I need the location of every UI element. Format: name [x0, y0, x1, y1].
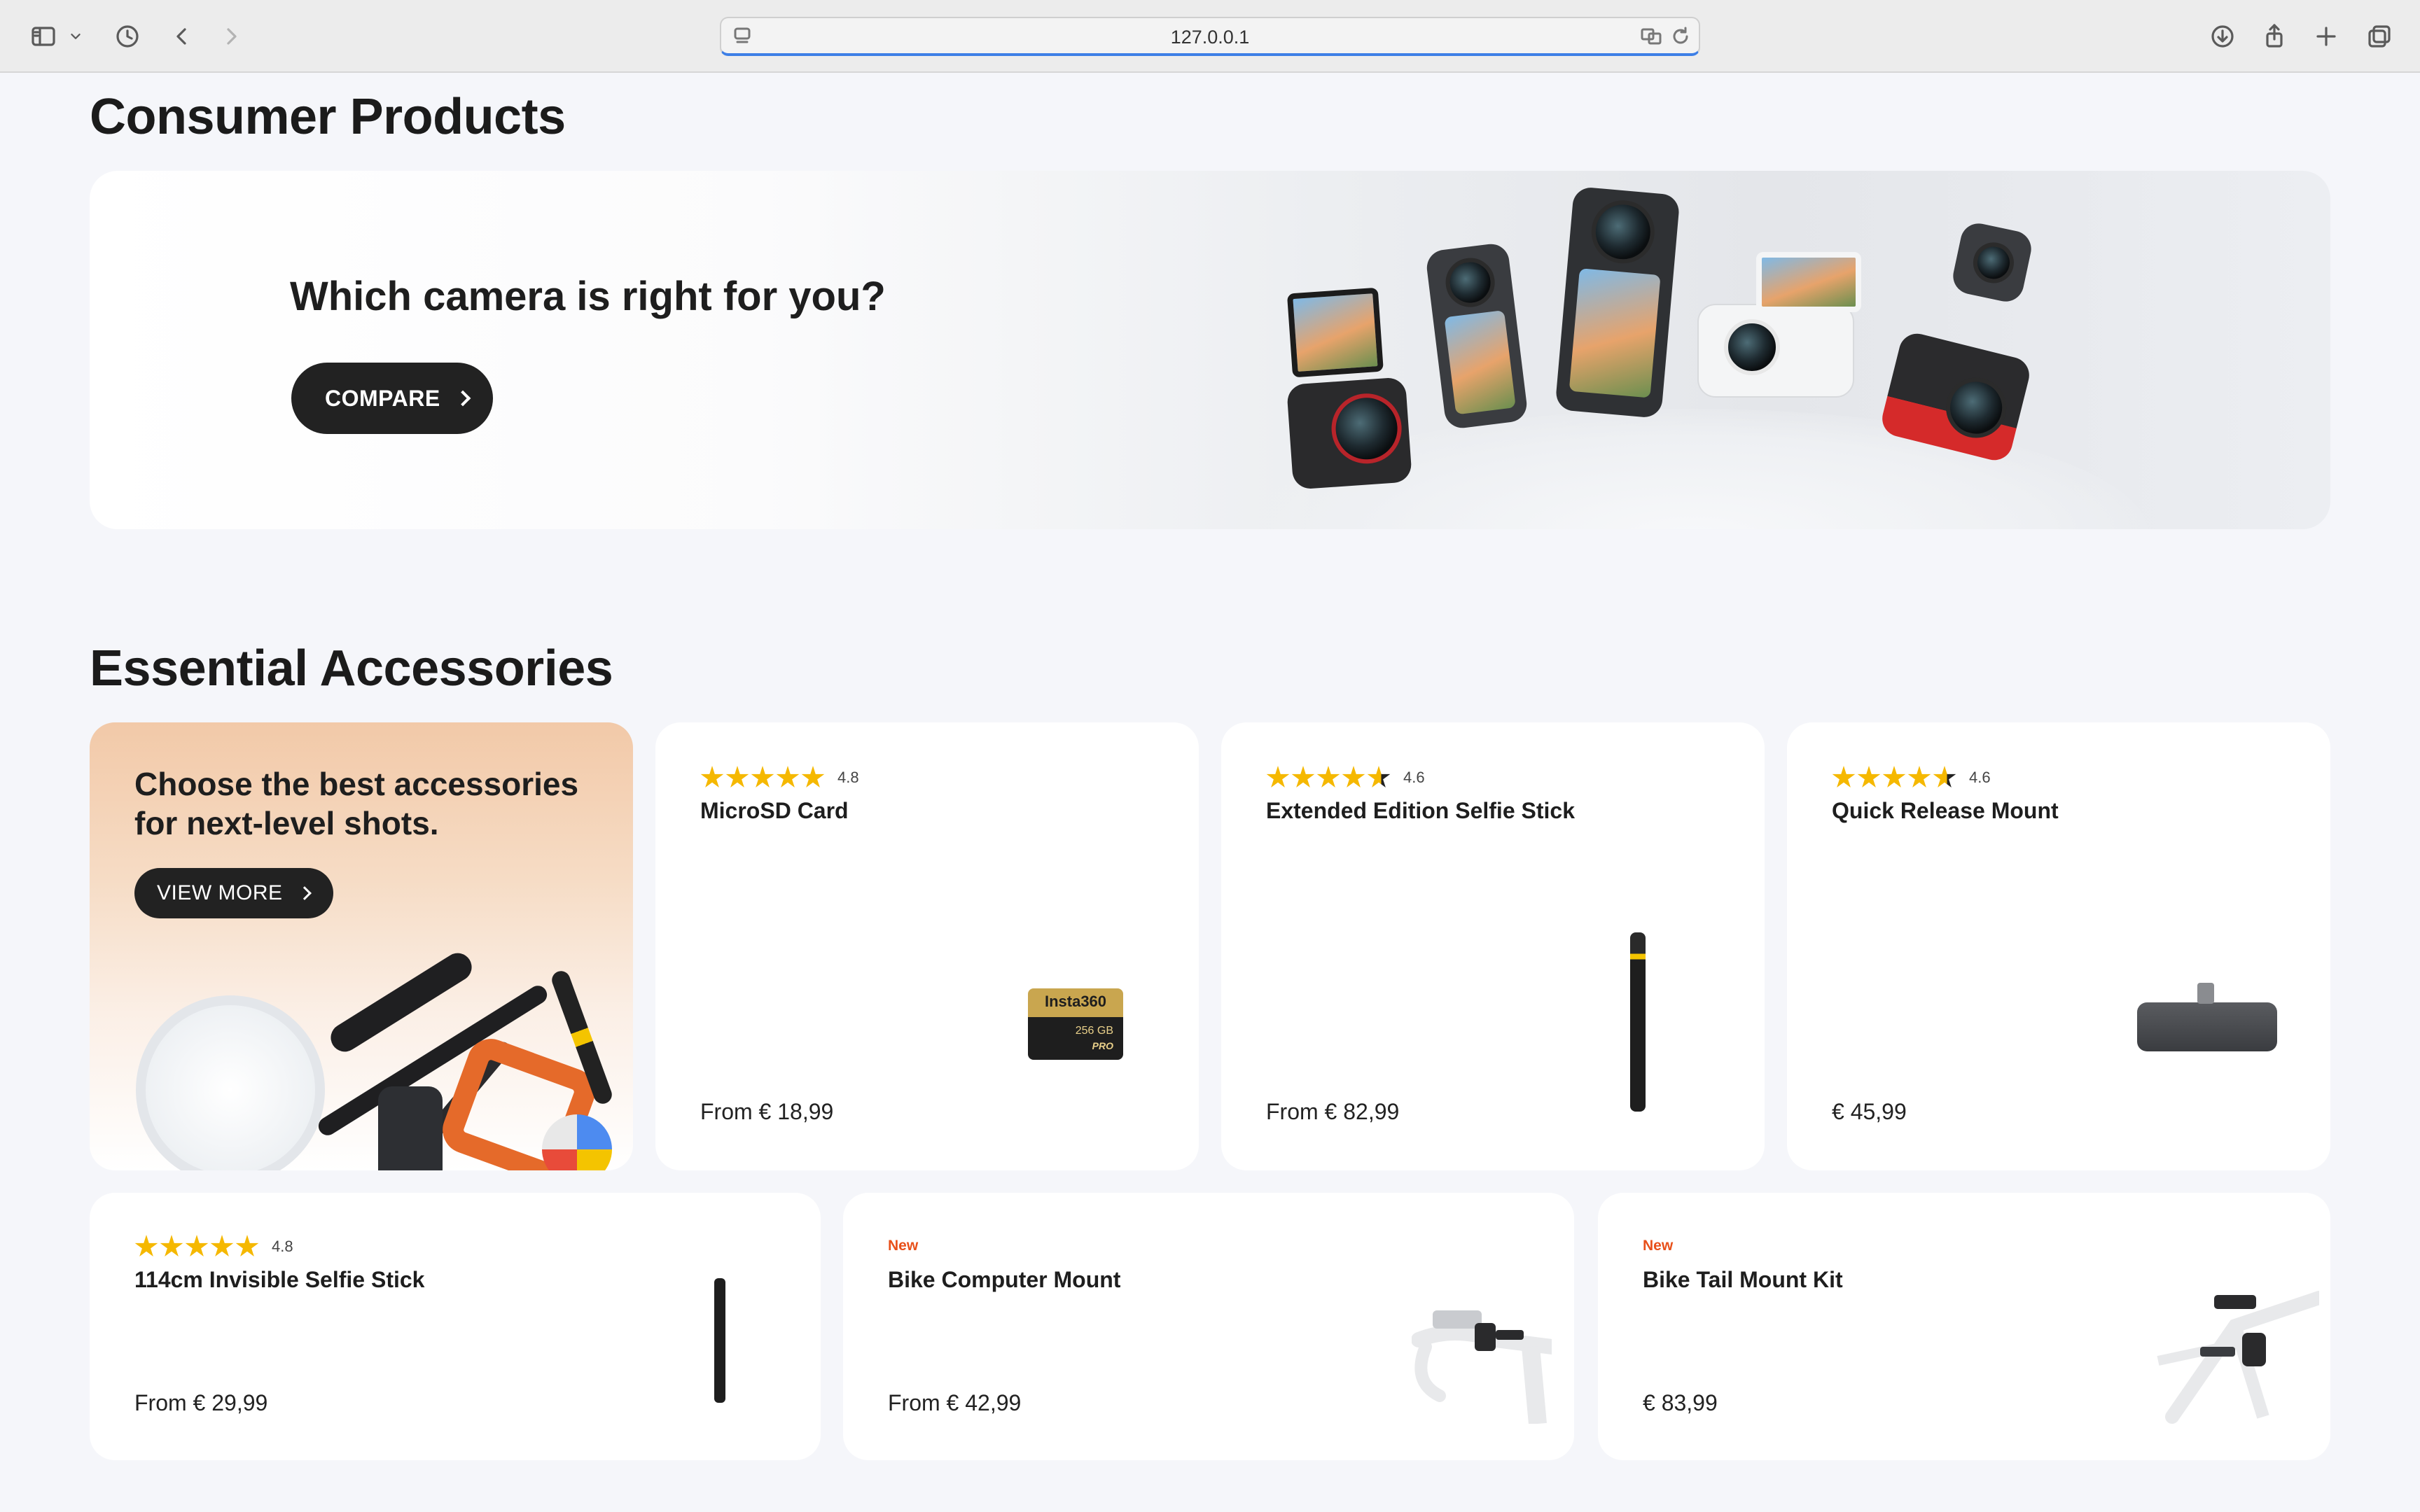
rating-value: 4.8	[837, 769, 859, 786]
rating-stars	[1266, 766, 1391, 790]
360-camera-small	[1424, 241, 1529, 430]
product-card-invisible-selfie-stick[interactable]: 4.8 114cm Invisible Selfie Stick From € …	[90, 1193, 821, 1460]
star-icon	[1342, 766, 1365, 788]
share-icon[interactable]	[2258, 20, 2291, 53]
star-icon	[1266, 766, 1290, 788]
rating-value: 4.8	[272, 1238, 293, 1255]
star-icon	[134, 1235, 158, 1256]
translate-icon[interactable]	[1640, 25, 1665, 50]
product-name: Quick Release Mount	[1832, 798, 2059, 823]
product-price: From € 29,99	[134, 1390, 268, 1415]
new-badge: New	[1643, 1238, 1674, 1254]
microsd-card-image: Insta360 256 GB PRO	[1028, 988, 1123, 1060]
view-more-label: VIEW MORE	[157, 881, 283, 904]
url-text: 127.0.0.1	[1170, 27, 1250, 48]
star-icon	[801, 766, 825, 788]
tab-overview-icon[interactable]	[2363, 20, 2396, 53]
sidebar-toggle-icon[interactable]	[27, 20, 60, 53]
forward-icon[interactable]	[214, 20, 248, 53]
thumb-camera	[1697, 252, 1861, 398]
star-half-icon	[1933, 766, 1956, 788]
rating-value: 4.6	[1969, 769, 1991, 786]
quick-release-mount-image	[2137, 983, 2277, 1051]
product-name: Extended Edition Selfie Stick	[1266, 798, 1575, 823]
product-card-bike-tail-mount-kit[interactable]: New Bike Tail Mount Kit € 83,99	[1598, 1193, 2330, 1460]
star-icon	[1907, 766, 1931, 788]
camera-compare-banner: Which camera is right for you? COMPARE	[90, 171, 2330, 529]
star-icon	[1316, 766, 1340, 788]
back-icon[interactable]	[165, 20, 199, 53]
star-icon	[1882, 766, 1906, 788]
star-icon	[751, 766, 774, 788]
invisible-selfie-stick-image	[714, 1278, 725, 1403]
selfie-stick-image	[1630, 932, 1646, 1112]
hero-title: Which camera is right for you?	[290, 274, 886, 319]
promo-text: Choose the best accessories for next-lev…	[134, 766, 579, 841]
product-card-quick-release-mount[interactable]: 4.6 Quick Release Mount € 45,99	[1787, 722, 2330, 1170]
consumer-products-heading: Consumer Products	[90, 89, 566, 145]
star-icon	[1857, 766, 1881, 788]
star-icon	[185, 1235, 209, 1256]
download-icon[interactable]	[2206, 20, 2239, 53]
new-tab-icon[interactable]	[2309, 20, 2343, 53]
product-price: From € 42,99	[888, 1390, 1022, 1415]
history-icon[interactable]	[111, 20, 144, 53]
star-icon	[235, 1235, 259, 1256]
product-card-bike-computer-mount[interactable]: New Bike Computer Mount From € 42,99	[843, 1193, 1574, 1460]
browser-toolbar: 127.0.0.1	[0, 0, 2420, 73]
address-bar[interactable]: 127.0.0.1	[720, 17, 1700, 56]
chevron-right-icon	[297, 886, 312, 900]
new-badge: New	[888, 1238, 919, 1254]
rating-stars	[1832, 766, 1956, 790]
product-name: Bike Computer Mount	[888, 1267, 1121, 1292]
rating-stars	[700, 766, 825, 790]
action-camera	[1286, 287, 1413, 490]
mini-camera	[1949, 220, 2035, 305]
product-name: 114cm Invisible Selfie Stick	[134, 1267, 425, 1292]
compare-button[interactable]: COMPARE	[291, 363, 493, 434]
product-price: From € 82,99	[1266, 1099, 1400, 1124]
accessories-heading: Essential Accessories	[90, 640, 613, 696]
compare-label: COMPARE	[325, 385, 440, 411]
star-icon	[1291, 766, 1315, 788]
rating-value: 4.6	[1403, 769, 1425, 786]
product-price: € 83,99	[1643, 1390, 1718, 1415]
accessories-promo-card[interactable]: Choose the best accessories for next-lev…	[90, 722, 633, 1170]
star-half-icon	[1367, 766, 1391, 788]
star-icon	[160, 1235, 183, 1256]
product-price: From € 18,99	[700, 1099, 834, 1124]
360-camera-large	[1555, 186, 1681, 419]
star-icon	[700, 766, 724, 788]
chevron-right-icon	[454, 390, 471, 407]
star-icon	[725, 766, 749, 788]
chevron-down-icon[interactable]	[66, 20, 85, 53]
reload-icon[interactable]	[1669, 25, 1695, 50]
bike-tail-mount-image	[2157, 1291, 2319, 1424]
star-icon	[210, 1235, 234, 1256]
product-name: MicroSD Card	[700, 798, 849, 823]
product-price: € 45,99	[1832, 1099, 1907, 1124]
product-card-microsd[interactable]: 4.8 MicroSD Card From € 18,99 Insta360 2…	[655, 722, 1199, 1170]
bike-computer-mount-image	[1412, 1310, 1552, 1424]
product-card-extended-selfie-stick[interactable]: 4.6 Extended Edition Selfie Stick From €…	[1221, 722, 1765, 1170]
view-more-button[interactable]: VIEW MORE	[134, 868, 333, 918]
product-name: Bike Tail Mount Kit	[1643, 1267, 1843, 1292]
star-icon	[1832, 766, 1856, 788]
star-icon	[776, 766, 800, 788]
rating-stars	[134, 1235, 259, 1259]
